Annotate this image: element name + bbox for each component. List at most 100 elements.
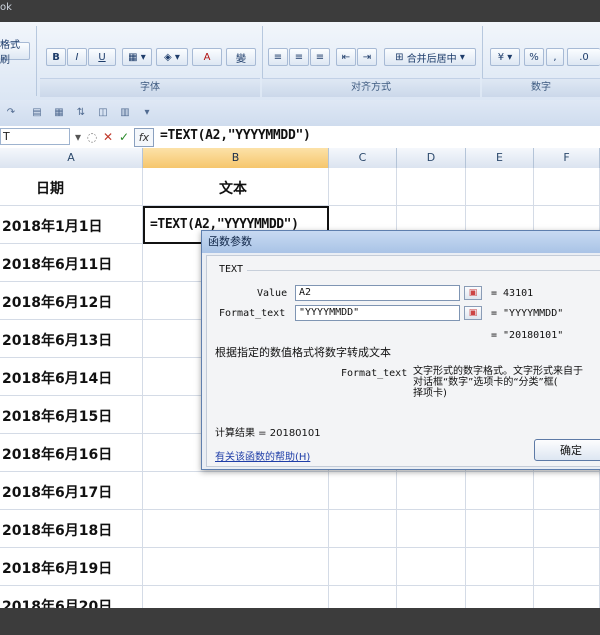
chart-icon[interactable]: ▤	[30, 106, 44, 119]
border-icon: ▦ ▾	[128, 51, 146, 63]
cancel-icon[interactable]: ✕	[100, 128, 116, 145]
cell-a7[interactable]: 2018年6月15日	[0, 396, 143, 434]
cell[interactable]	[466, 510, 534, 548]
cell-a3[interactable]: 2018年6月11日	[0, 244, 143, 282]
column-header-a[interactable]: A	[0, 148, 143, 168]
arg-label-format-text: Format_text	[219, 308, 286, 319]
collapse-dialog-icon[interactable]: ▣	[464, 306, 482, 320]
cell[interactable]	[397, 548, 466, 586]
date-cell-text: 2018年6月14日	[2, 371, 113, 387]
table-icon[interactable]: ▦	[52, 106, 66, 119]
cell-a12[interactable]: 2018年6月20日	[0, 586, 143, 608]
column-header-f[interactable]: F	[534, 148, 600, 168]
cell-b11[interactable]	[143, 548, 329, 586]
cell[interactable]	[534, 472, 600, 510]
percent-label: %	[529, 51, 539, 63]
function-description: 根据指定的数值格式将数字转成文本	[215, 346, 391, 359]
cell[interactable]	[329, 472, 397, 510]
cell[interactable]	[466, 548, 534, 586]
cell-b12[interactable]	[143, 586, 329, 608]
cell-a9[interactable]: 2018年6月17日	[0, 472, 143, 510]
align-left-button[interactable]: ≡	[268, 48, 288, 66]
cell[interactable]	[534, 510, 600, 548]
cell-a8[interactable]: 2018年6月16日	[0, 434, 143, 472]
border-button[interactable]: ▦ ▾	[122, 48, 152, 66]
arg-label-value: Value	[257, 288, 288, 299]
number-group-label: 数字	[482, 78, 600, 97]
formula-bar: T ▾ ◌ ✕ ✓ fx =TEXT(A2,"YYYYMMDD")	[0, 126, 600, 149]
cell-b10[interactable]	[143, 510, 329, 548]
fx-icon: fx	[138, 131, 150, 144]
ok-button[interactable]: 确定	[534, 439, 600, 461]
comma-button[interactable]: ,	[546, 48, 564, 66]
font-color-button[interactable]: A	[192, 48, 222, 66]
fill-color-icon: ◈ ▾	[164, 51, 180, 63]
column-header-c[interactable]: C	[329, 148, 397, 168]
cell[interactable]	[397, 168, 466, 206]
underline-button[interactable]: U	[88, 48, 116, 66]
italic-button[interactable]: I	[67, 48, 87, 66]
cell-a5[interactable]: 2018年6月13日	[0, 320, 143, 358]
ribbon-separator	[36, 26, 37, 96]
increase-decimal-button[interactable]: .0	[567, 48, 600, 66]
fill-color-button[interactable]: ◈ ▾	[156, 48, 188, 66]
format-text-input[interactable]: "YYYYMMDD"	[295, 305, 460, 321]
column-header-b[interactable]: B	[143, 148, 329, 168]
column-header-e[interactable]: E	[466, 148, 534, 168]
cell-a6[interactable]: 2018年6月14日	[0, 358, 143, 396]
merge-center-button[interactable]: ⊞ 合并后居中 ▾	[384, 48, 476, 66]
cell-b1[interactable]: 文本	[143, 168, 329, 206]
customize-toolbar-icon[interactable]: ▾	[140, 106, 154, 119]
increase-indent-button[interactable]: ⇥	[357, 48, 377, 66]
accounting-format-button[interactable]: ¥ ▾	[490, 48, 520, 66]
cell-a1[interactable]: 日期	[0, 168, 143, 206]
arg-result-value: = 43101	[491, 288, 534, 299]
dialog-title[interactable]: 函数参数	[202, 231, 600, 253]
sort-icon[interactable]: ⇅	[74, 106, 88, 119]
group-divider	[247, 270, 600, 271]
name-box[interactable]: T	[0, 128, 70, 145]
cell[interactable]	[329, 510, 397, 548]
cell[interactable]	[329, 168, 397, 206]
decrease-indent-button[interactable]: ⇤	[336, 48, 356, 66]
grid-icon[interactable]: ▥	[118, 106, 132, 119]
cell-a2[interactable]: 2018年1月1日	[0, 206, 143, 244]
date-cell-text: 2018年6月12日	[2, 295, 113, 311]
collapse-dialog-icon[interactable]: ▣	[464, 286, 482, 300]
function-help-link[interactable]: 有关该函数的帮助(H)	[215, 448, 310, 463]
value-input[interactable]: A2	[295, 285, 460, 301]
cell[interactable]	[329, 586, 397, 608]
redo-icon[interactable]: ↷	[4, 106, 18, 119]
cell[interactable]	[534, 548, 600, 586]
cell[interactable]	[397, 510, 466, 548]
cell[interactable]	[466, 472, 534, 510]
enter-icon[interactable]: ✓	[116, 128, 132, 145]
format-painter-button[interactable]: 格式刷	[0, 40, 30, 66]
date-cell-text: 2018年6月16日	[2, 447, 113, 463]
bold-button[interactable]: B	[46, 48, 66, 66]
percent-button[interactable]: %	[524, 48, 544, 66]
cell[interactable]	[397, 472, 466, 510]
cell[interactable]	[534, 168, 600, 206]
insert-function-button[interactable]: fx	[134, 128, 154, 147]
align-center-button[interactable]: ≡	[289, 48, 309, 66]
preview-icon[interactable]: ◫	[96, 106, 110, 119]
comma-label: ,	[553, 51, 557, 63]
date-cell-text: 2018年6月17日	[2, 485, 113, 501]
cell[interactable]	[397, 586, 466, 608]
cell-a11[interactable]: 2018年6月19日	[0, 548, 143, 586]
arg-help-line-1: 文字形式的数字格式。文字形式来自于	[413, 366, 583, 377]
formula-input[interactable]: =TEXT(A2,"YYYYMMDD")	[160, 128, 311, 143]
column-header-d[interactable]: D	[397, 148, 466, 168]
cell[interactable]	[466, 586, 534, 608]
cell[interactable]	[329, 548, 397, 586]
cell-a4[interactable]: 2018年6月12日	[0, 282, 143, 320]
cell-a10[interactable]: 2018年6月18日	[0, 510, 143, 548]
align-right-button[interactable]: ≡	[310, 48, 330, 66]
phonetic-button[interactable]: 變	[226, 48, 256, 66]
align-left-icon: ≡	[273, 51, 283, 63]
cell-b9[interactable]	[143, 472, 329, 510]
cell[interactable]	[534, 586, 600, 608]
date-cell-text: 2018年1月1日	[2, 219, 103, 235]
cell[interactable]	[466, 168, 534, 206]
